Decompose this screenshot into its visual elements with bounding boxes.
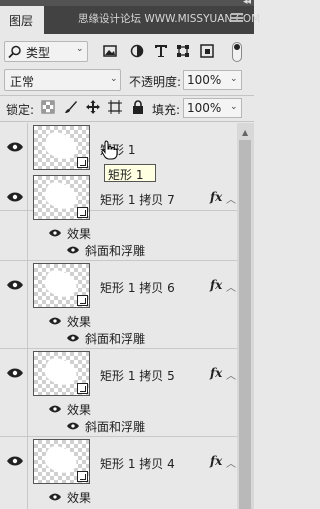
fx-icon[interactable]: fx [210, 454, 222, 468]
eye-icon[interactable] [49, 229, 61, 237]
eye-icon[interactable] [67, 422, 79, 430]
layer-thumbnail [33, 175, 90, 220]
smart-object-badge-icon [77, 383, 88, 394]
eye-icon[interactable] [7, 142, 23, 152]
divider [0, 121, 254, 122]
lock-position-icon[interactable] [86, 100, 100, 114]
fx-icon[interactable]: fx [210, 278, 222, 292]
lock-image-pixels-icon[interactable] [64, 100, 78, 114]
lock-artboard-icon[interactable] [108, 100, 122, 114]
smart-object-badge-icon [77, 157, 88, 168]
type-filter-icon[interactable] [154, 44, 168, 58]
layer-thumbnail [33, 439, 90, 484]
smart-object-badge-icon [77, 471, 88, 482]
tab-layers-label: 图层 [9, 14, 34, 28]
chevron-down-icon[interactable]: ⌄ [230, 102, 238, 112]
layer-thumbnail [33, 351, 90, 396]
eye-icon[interactable] [67, 334, 79, 342]
chevron-up-icon[interactable]: ︿ [226, 367, 236, 382]
layer-row[interactable]: 矩形 1 拷贝 6 fx ︿ 效果 斜面和浮雕 [0, 261, 237, 349]
lock-all-icon[interactable] [131, 100, 145, 114]
fill-label: 填充: [152, 103, 181, 117]
eye-icon[interactable] [7, 280, 23, 290]
smart-object-filter-icon[interactable] [200, 44, 214, 58]
eye-icon[interactable] [7, 456, 23, 466]
scroll-up-icon[interactable]: ▲ [242, 128, 248, 137]
shape-filter-icon[interactable] [176, 44, 190, 58]
chevron-down-icon[interactable]: ⌄ [230, 74, 238, 84]
tooltip-text: 矩形 1 [108, 168, 144, 182]
layer-thumbnail [33, 125, 90, 170]
layer-row[interactable]: 矩形 1 拷贝 7 fx ︿ 效果 斜面和浮雕 [0, 173, 237, 261]
panel-menu-icon[interactable] [231, 13, 243, 22]
lock-transparent-pixels-icon[interactable] [41, 100, 55, 114]
chevron-down-icon: ⌄ [110, 74, 118, 84]
opacity-label: 不透明度: [129, 75, 182, 89]
chevron-up-icon[interactable]: ︿ [226, 191, 236, 206]
eye-icon[interactable] [7, 192, 23, 202]
layer-name[interactable]: 矩形 1 拷贝 6 [100, 279, 175, 296]
smart-object-badge-icon [77, 207, 88, 218]
lock-label: 锁定: [6, 103, 35, 117]
effects-label: 效果 [67, 315, 92, 329]
layer-row[interactable]: 矩形 1 拷贝 5 fx ︿ 效果 斜面和浮雕 [0, 349, 237, 437]
layer-thumbnail [33, 263, 90, 308]
eye-icon[interactable] [7, 368, 23, 378]
eye-icon[interactable] [49, 405, 61, 413]
visibility-divider [27, 173, 28, 260]
chevron-up-icon[interactable]: ︿ [226, 455, 236, 470]
adjustment-filter-icon[interactable] [130, 44, 144, 58]
layer-name[interactable]: 矩形 1 拷贝 4 [100, 455, 175, 472]
visibility-divider [27, 261, 28, 348]
fill-value: 100% [187, 101, 222, 115]
layer-name[interactable]: 矩形 1 拷贝 7 [100, 191, 175, 208]
effects-label: 效果 [67, 403, 92, 417]
effects-label: 效果 [67, 227, 92, 241]
effects-label: 效果 [67, 491, 92, 505]
blend-mode-value: 正常 [10, 75, 35, 89]
scrollbar-thumb[interactable] [239, 140, 251, 509]
eye-icon[interactable] [49, 317, 61, 325]
visibility-divider [27, 349, 28, 436]
effect-name[interactable]: 斜面和浮雕 [85, 418, 145, 436]
image-filter-icon[interactable] [103, 44, 117, 58]
effect-name[interactable]: 斜面和浮雕 [85, 330, 145, 348]
effect-name[interactable]: 斜面和浮雕 [85, 242, 145, 260]
layer-name[interactable]: 矩形 1 拷贝 5 [100, 367, 175, 384]
hand-cursor-icon [101, 140, 118, 160]
chevron-down-icon: ⌄ [76, 44, 84, 54]
filter-toggle[interactable] [232, 42, 242, 62]
chevron-up-icon[interactable]: ︿ [226, 279, 236, 294]
divider [0, 95, 254, 96]
fx-icon[interactable]: fx [210, 366, 222, 380]
layer-row[interactable]: 矩形 1 拷贝 4 fx ︿ 效果 [0, 437, 237, 509]
opacity-value: 100% [187, 73, 222, 87]
fx-icon[interactable]: fx [210, 190, 222, 204]
eye-icon[interactable] [67, 246, 79, 254]
smart-object-badge-icon [77, 295, 88, 306]
filter-kind-label: 类型 [26, 46, 51, 60]
eye-icon[interactable] [49, 493, 61, 501]
search-icon [8, 45, 21, 59]
visibility-divider [27, 437, 28, 509]
